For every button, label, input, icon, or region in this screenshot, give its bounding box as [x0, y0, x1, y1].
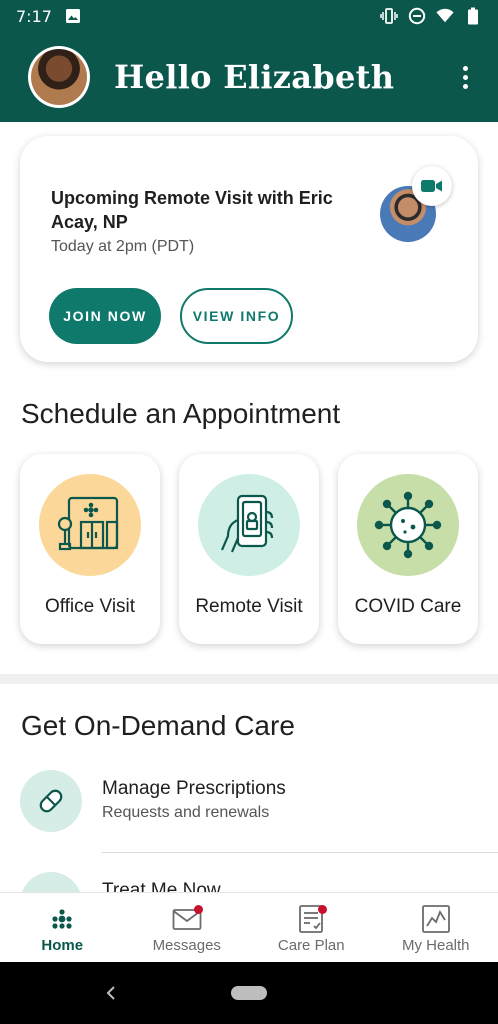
view-info-button[interactable]: VIEW INFO — [180, 288, 293, 344]
covid-care-tile[interactable]: COVID Care — [338, 454, 478, 644]
greeting-title: Hello Elizabeth — [114, 58, 395, 96]
back-chevron-icon[interactable] — [103, 984, 119, 1002]
home-dots-icon — [46, 903, 78, 935]
list-divider — [102, 852, 498, 853]
tile-label: Remote Visit — [195, 596, 303, 617]
wifi-icon — [436, 7, 454, 25]
vibrate-icon — [380, 7, 398, 25]
more-vert-icon[interactable] — [457, 60, 474, 95]
nav-my-health[interactable]: My Health — [374, 893, 498, 962]
join-now-button[interactable]: JOIN NOW — [49, 288, 161, 344]
do-not-disturb-icon — [408, 7, 426, 25]
image-icon — [64, 7, 82, 25]
user-avatar[interactable] — [28, 46, 90, 108]
on-demand-title: Get On-Demand Care — [21, 710, 295, 741]
tile-label: Office Visit — [44, 596, 136, 617]
nav-label: Care Plan — [277, 937, 345, 954]
list-item-manage-prescriptions[interactable]: Manage Prescriptions Requests and renewa… — [20, 770, 498, 834]
virus-icon — [357, 474, 459, 576]
video-camera-icon — [412, 166, 452, 206]
home-content[interactable]: Upcoming Remote Visit with Eric Acay, NP… — [0, 122, 498, 892]
list-item-title: Manage Prescriptions — [102, 778, 286, 799]
system-navigation-bar — [0, 962, 498, 1024]
visit-time: Today at 2pm (PDT) — [51, 238, 195, 255]
tile-label: COVID Care — [354, 596, 462, 617]
battery-icon — [464, 7, 482, 25]
nav-label: Messages — [152, 937, 221, 954]
list-item-subtitle: Requests and renewals — [102, 804, 270, 821]
list-item-treat-me-now[interactable]: Treat Me Now — [20, 872, 498, 892]
status-bar: 7:17 — [0, 0, 498, 32]
mail-icon — [171, 903, 203, 935]
unread-badge — [318, 905, 328, 914]
remote-visit-tile[interactable]: Remote Visit — [179, 454, 319, 644]
nav-label: Home — [41, 937, 84, 954]
phone-hand-icon — [198, 474, 300, 576]
nav-label: My Health — [401, 937, 470, 954]
app-header: Hello Elizabeth — [0, 32, 498, 122]
chart-icon — [420, 903, 452, 935]
bottom-navigation: Home Messages Care Plan My Health — [0, 892, 498, 962]
office-visit-tile[interactable]: Office Visit — [20, 454, 160, 644]
office-building-icon — [39, 474, 141, 576]
home-pill-icon[interactable] — [231, 986, 267, 1000]
status-time: 7:17 — [16, 6, 52, 26]
section-divider — [0, 674, 498, 684]
unread-badge — [193, 905, 203, 914]
nav-messages[interactable]: Messages — [125, 893, 250, 962]
care-plan-icon — [295, 903, 328, 935]
visit-title: Upcoming Remote Visit with Eric Acay, NP — [51, 188, 333, 232]
nav-home[interactable]: Home — [0, 893, 125, 962]
treat-icon — [20, 872, 82, 892]
schedule-title: Schedule an Appointment — [21, 398, 341, 429]
upcoming-visit-card[interactable]: Upcoming Remote Visit with Eric Acay, NP… — [20, 136, 478, 362]
pill-icon — [20, 770, 82, 832]
nav-care-plan[interactable]: Care Plan — [249, 893, 374, 962]
list-item-title: Treat Me Now — [102, 880, 221, 892]
